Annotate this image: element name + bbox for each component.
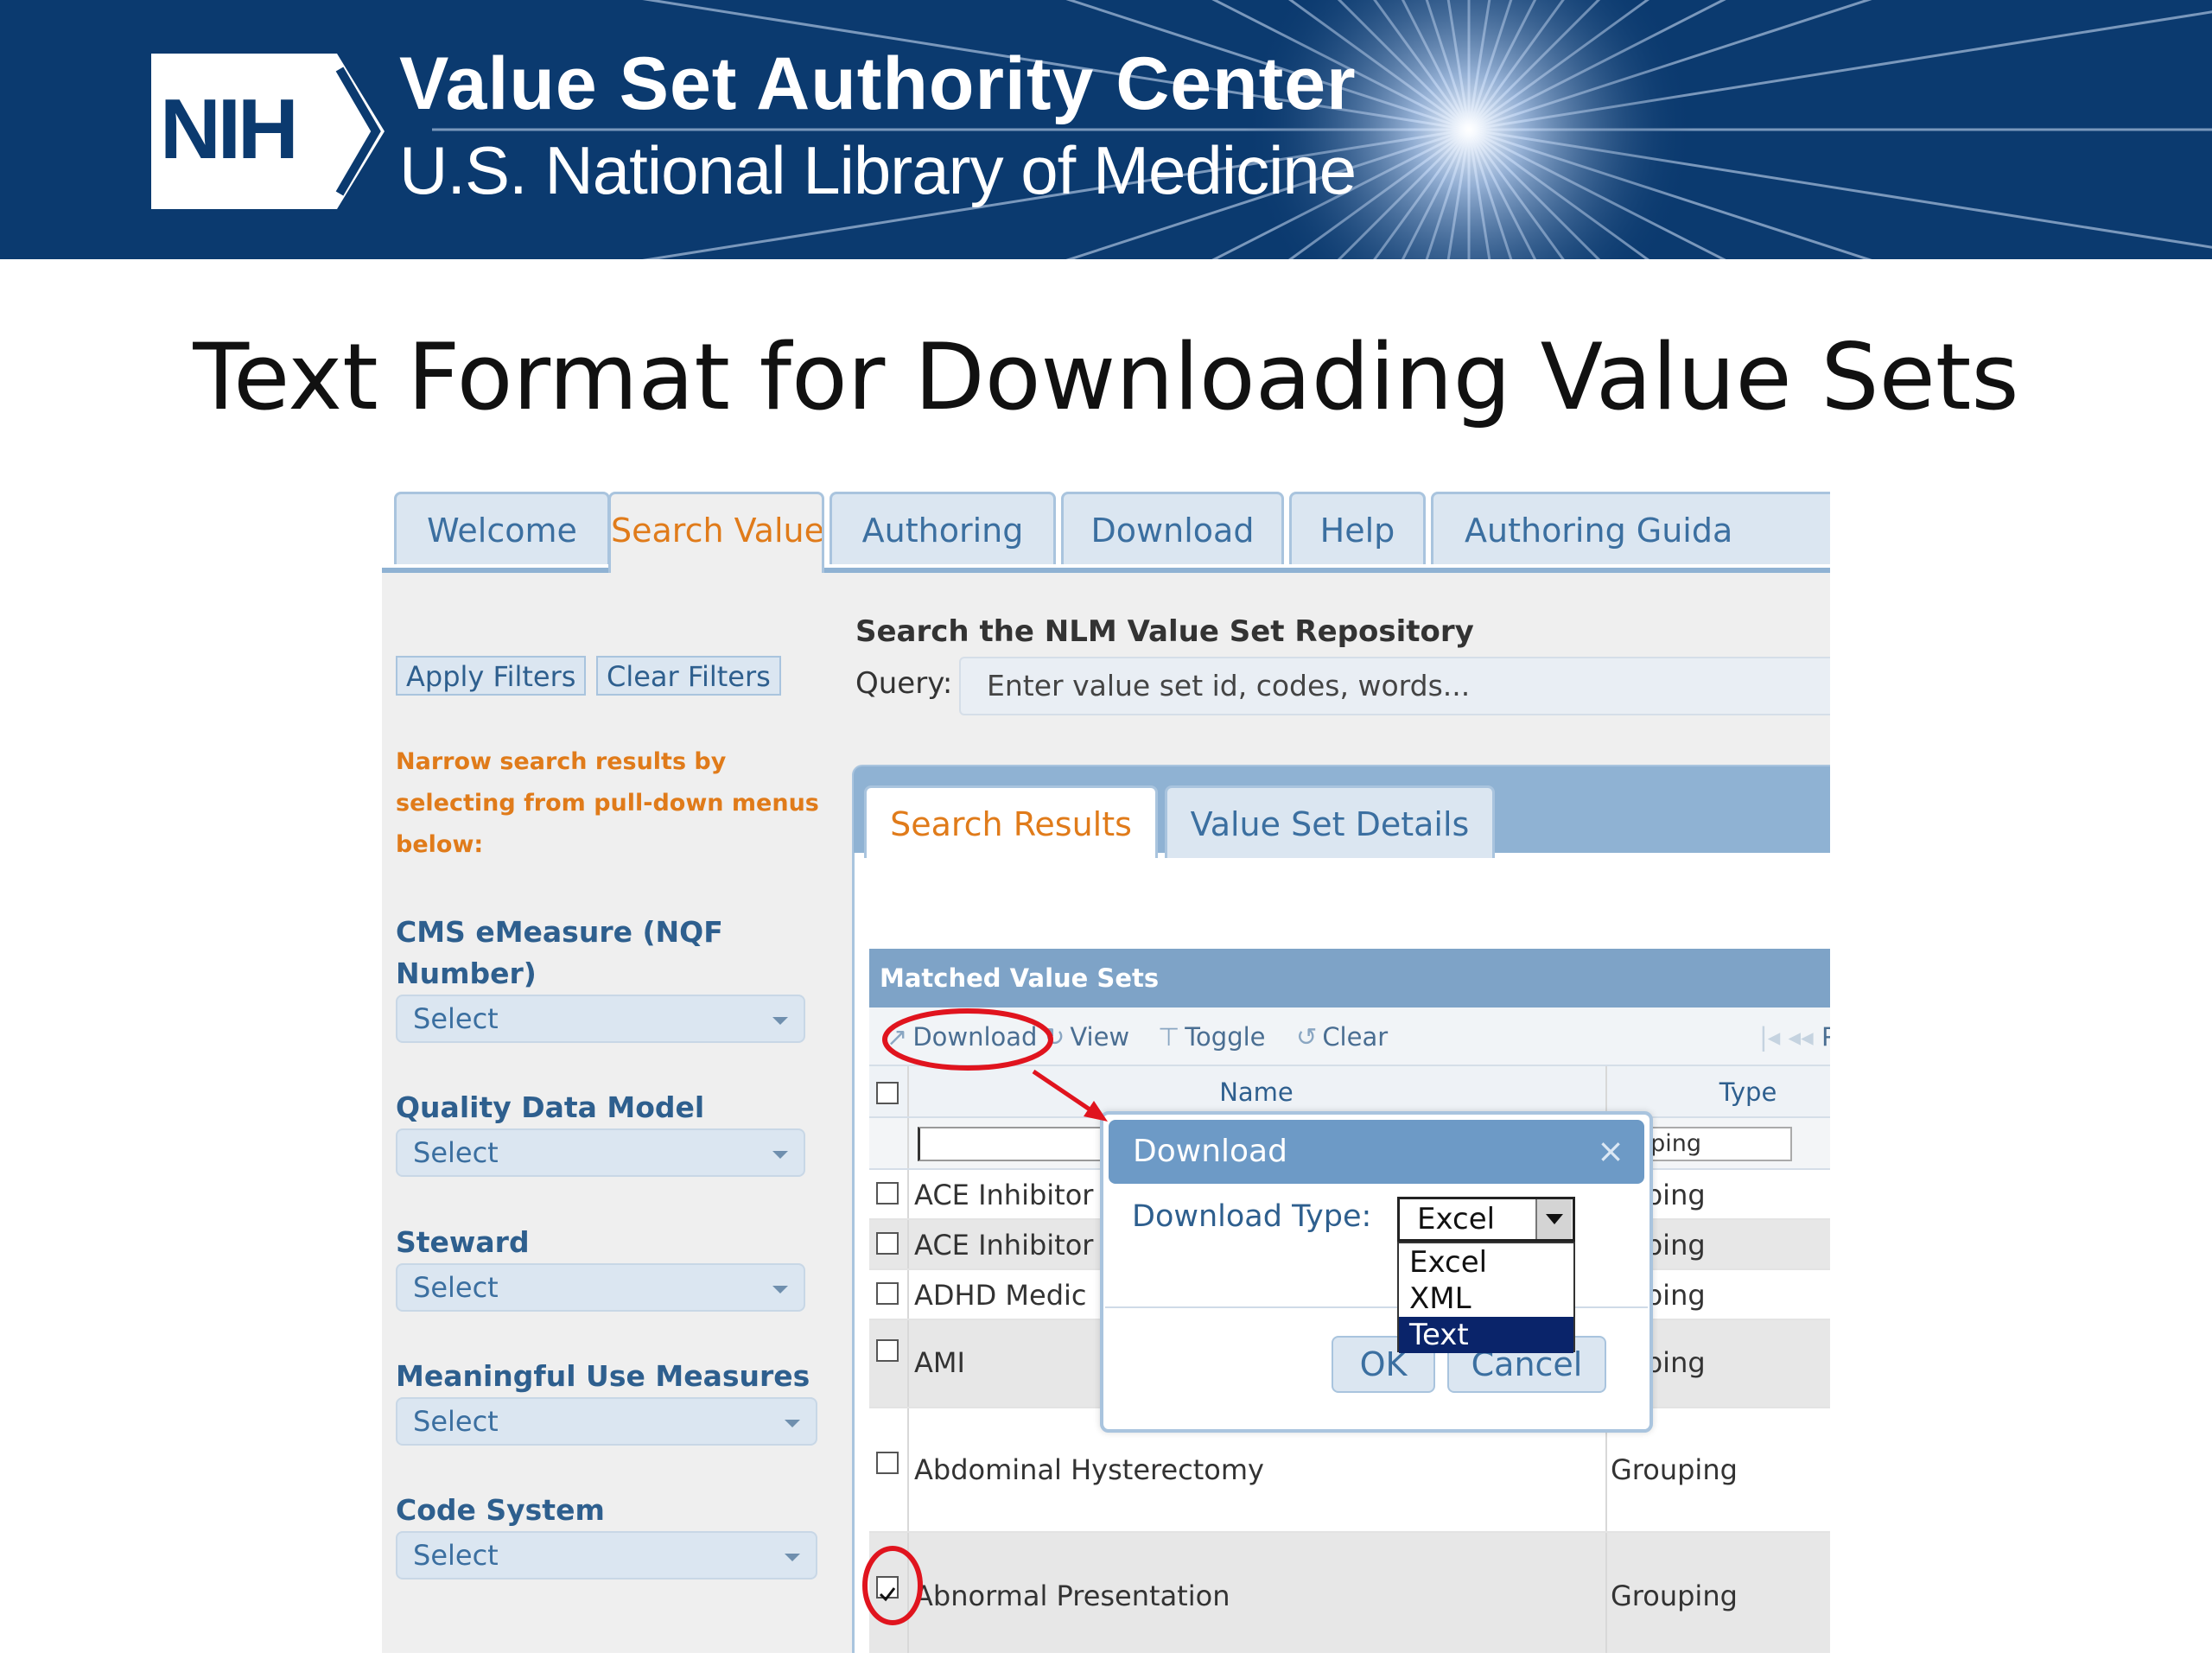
column-divider [907, 1220, 909, 1268]
banner-title: Value Set Authority Center [399, 42, 1357, 125]
tab-welcome[interactable]: Welcome [394, 492, 610, 564]
dialog-title: Download [1109, 1120, 1644, 1184]
pin-icon: ⊤ [1158, 1022, 1180, 1052]
cell-type: Grouping [1611, 1453, 1738, 1486]
chevron-down-icon [785, 1554, 800, 1561]
query-label: Query: [855, 666, 953, 701]
clear-filters-button[interactable]: Clear Filters [596, 656, 781, 696]
banner-subtitle: U.S. National Library of Medicine [399, 132, 1357, 208]
slide-title: Text Format for Downloading Value Sets [193, 324, 2019, 430]
select-value: Select [413, 1271, 499, 1304]
tab-authoring[interactable]: Authoring [830, 492, 1056, 564]
vsac-app-screenshot: Welcome Search Value Sets Authoring Down… [382, 478, 1830, 1653]
filter-label-steward: Steward [396, 1225, 530, 1259]
grid-download-label: Download [912, 1022, 1038, 1052]
cell-type: Grouping [1611, 1580, 1738, 1612]
grid-title: Matched Value Sets [869, 949, 1830, 1007]
select-value: Select [413, 1539, 499, 1572]
cms-emeasure-select[interactable]: Select [396, 995, 805, 1043]
table-row[interactable]: Abnormal Presentation Grouping [869, 1533, 1830, 1653]
cell-name: Abdominal Hysterectomy [914, 1453, 1264, 1486]
select-all-checkbox[interactable] [876, 1082, 899, 1104]
search-heading: Search the NLM Value Set Repository [855, 614, 1474, 649]
select-value: Select [413, 1002, 499, 1035]
chevron-down-icon [772, 1017, 788, 1025]
code-system-select[interactable]: Select [396, 1531, 817, 1580]
cell-name: Abnormal Presentation [914, 1580, 1230, 1612]
option-text[interactable]: Text [1399, 1317, 1573, 1353]
cell-name: AMI [914, 1346, 965, 1379]
row-checkbox[interactable] [876, 1339, 899, 1362]
column-divider [907, 1118, 909, 1168]
query-input[interactable]: Enter value set id, codes, words... [959, 657, 1830, 715]
nih-banner: NIH Value Set Authority Center U.S. Nati… [0, 0, 2212, 259]
main-tabbar: Welcome Search Value Sets Authoring Down… [382, 478, 1830, 573]
cell-name: ACE Inhibitor [914, 1179, 1094, 1211]
pager-label: P [1821, 1022, 1830, 1052]
column-divider [907, 1270, 909, 1319]
grid-toggle-button[interactable]: ⊤ Toggle [1158, 1018, 1266, 1056]
grid-clear-button[interactable]: ↺ Clear [1296, 1018, 1388, 1056]
download-type-label: Download Type: [1132, 1199, 1372, 1234]
column-divider [907, 1408, 909, 1531]
steward-select[interactable]: Select [396, 1263, 805, 1312]
grid-toolbar: ↗ Download ↻ View ⊤ Toggle ↺ Clear |◂ ◂◂ P [869, 1007, 1830, 1066]
checkmark-icon [879, 1587, 896, 1602]
row-checkbox[interactable] [876, 1232, 899, 1255]
narrow-search-hint: Narrow search results by selecting from … [396, 748, 819, 858]
grid-download-button[interactable]: ↗ Download [887, 1018, 1037, 1056]
grid-column-header: Name Type [869, 1066, 1830, 1118]
meaningful-use-select[interactable]: Select [396, 1397, 817, 1446]
column-divider [907, 1320, 909, 1407]
grid-clear-label: Clear [1322, 1022, 1389, 1052]
column-name-header[interactable]: Name [907, 1066, 1605, 1118]
tab-authoring-guidance[interactable]: Authoring Guida [1431, 492, 1830, 564]
chevron-down-icon [772, 1151, 788, 1159]
cell-name: ACE Inhibitor [914, 1229, 1094, 1262]
download-icon: ↗ [887, 1022, 908, 1052]
tab-download[interactable]: Download [1061, 492, 1284, 564]
chevron-down-icon [772, 1286, 788, 1294]
column-type-header[interactable]: Type [1605, 1066, 1830, 1118]
qdm-category-select[interactable]: Select [396, 1128, 805, 1177]
row-checkbox[interactable] [876, 1182, 899, 1205]
cell-name: ADHD Medic [914, 1279, 1087, 1312]
apply-filters-button[interactable]: Apply Filters [396, 656, 587, 696]
grid-view-button[interactable]: ↻ View [1044, 1018, 1129, 1056]
chevron-down-icon [785, 1420, 800, 1427]
view-icon: ↻ [1044, 1022, 1065, 1052]
filter-label-cms-emeasure: CMS eMeasure (NQF Number) [396, 915, 723, 990]
option-excel[interactable]: Excel [1399, 1244, 1573, 1281]
select-value: Select [413, 1405, 499, 1438]
row-checkbox[interactable] [876, 1452, 899, 1474]
select-value: Select [413, 1136, 499, 1169]
grid-view-label: View [1070, 1022, 1130, 1052]
tab-search-value-sets[interactable]: Search Value Sets [608, 492, 824, 573]
column-divider [907, 1170, 909, 1218]
row-checkbox-checked[interactable] [876, 1576, 899, 1602]
column-divider [907, 1533, 909, 1653]
filter-label-meaningful-use: Meaningful Use Measures [396, 1359, 810, 1393]
filter-label-code-system: Code System [396, 1493, 605, 1527]
close-icon[interactable]: × [1593, 1130, 1628, 1172]
grid-toggle-label: Toggle [1185, 1022, 1266, 1052]
refresh-icon: ↺ [1296, 1022, 1318, 1052]
option-xml[interactable]: XML [1399, 1281, 1573, 1317]
tab-value-set-details[interactable]: Value Set Details [1165, 785, 1495, 858]
tab-help[interactable]: Help [1289, 492, 1426, 564]
first-page-icon[interactable]: |◂ ◂◂ [1759, 1018, 1814, 1056]
tab-search-results[interactable]: Search Results [864, 785, 1158, 858]
chevron-down-icon[interactable] [1535, 1199, 1572, 1239]
nih-logo-text: NIH [160, 81, 299, 176]
column-divider [1605, 1533, 1607, 1653]
row-checkbox[interactable] [876, 1282, 899, 1305]
